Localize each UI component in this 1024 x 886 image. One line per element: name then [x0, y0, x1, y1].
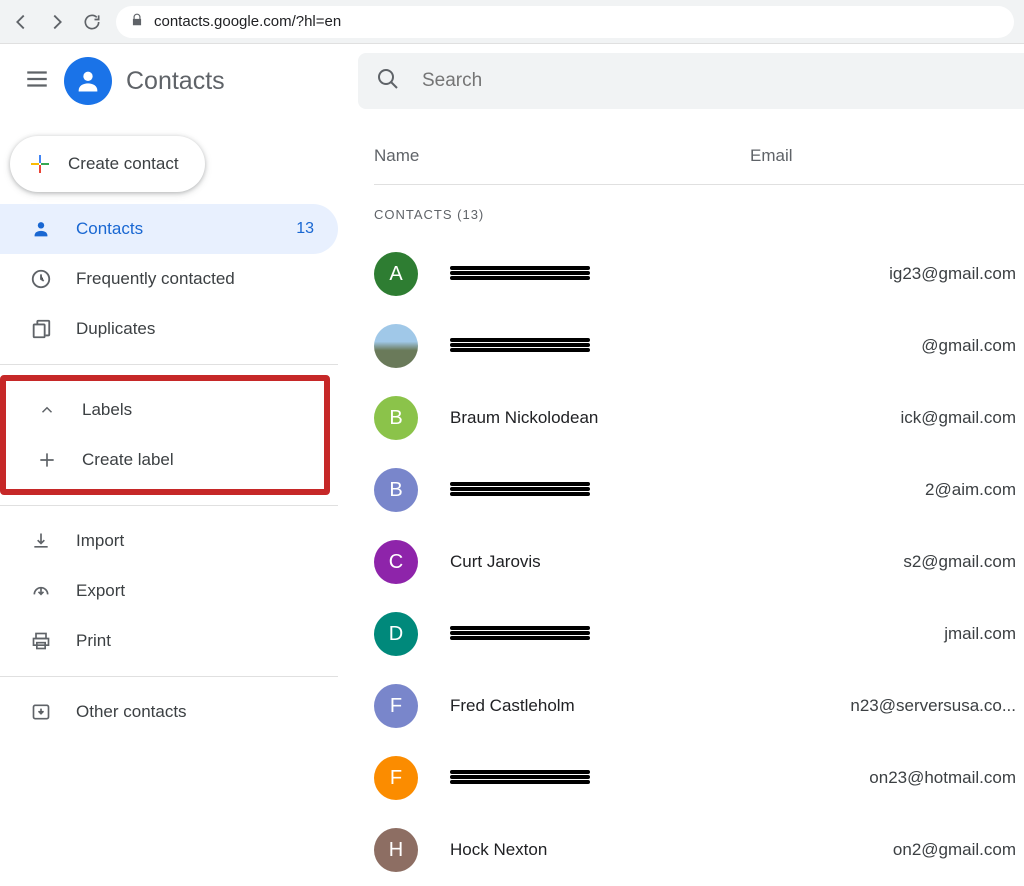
contact-name: [450, 766, 750, 791]
archive-icon: [30, 701, 52, 723]
contact-name: Curt Jarovis: [450, 552, 750, 572]
contact-email: @gmail.com: [750, 336, 1024, 356]
contact-name: Hock Nexton: [450, 840, 750, 860]
sidebar-item-create-label[interactable]: Create label: [6, 435, 324, 485]
sidebar-item-label: Other contacts: [76, 702, 187, 722]
contact-email: on23@hotmail.com: [750, 768, 1024, 788]
contact-name: [450, 478, 750, 503]
divider: [0, 364, 338, 365]
history-icon: [30, 268, 52, 290]
person-icon: [30, 218, 52, 240]
sidebar-item-label: Frequently contacted: [76, 269, 235, 289]
contact-row[interactable]: Aig23@gmail.com: [374, 238, 1024, 310]
contact-name: [450, 622, 750, 647]
contact-email: n23@serversusa.co...: [750, 696, 1024, 716]
contacts-count: 13: [296, 220, 314, 238]
create-contact-label: Create contact: [68, 154, 179, 174]
contact-email: jmail.com: [750, 624, 1024, 644]
divider: [0, 676, 338, 677]
export-icon: [30, 580, 52, 602]
sidebar-item-print[interactable]: Print: [0, 616, 338, 666]
sidebar-item-other-contacts[interactable]: Other contacts: [0, 687, 338, 737]
app-header: Contacts: [0, 44, 1024, 118]
contact-row[interactable]: C Curt Jaroviss2@gmail.com: [374, 526, 1024, 598]
sidebar-item-frequently[interactable]: Frequently contacted: [0, 254, 338, 304]
contact-row[interactable]: B Braum Nickolodeanick@gmail.com: [374, 382, 1024, 454]
contact-name: [450, 334, 750, 359]
contacts-logo-icon: [64, 57, 112, 105]
column-headers: Name Email: [374, 132, 1024, 185]
sidebar-item-contacts[interactable]: Contacts 13: [0, 204, 338, 254]
plus-multicolor-icon: [28, 152, 52, 176]
duplicates-icon: [30, 318, 52, 340]
sidebar-item-duplicates[interactable]: Duplicates: [0, 304, 338, 354]
search-input[interactable]: [422, 70, 1006, 92]
browser-bar: contacts.google.com/?hl=en: [0, 0, 1024, 44]
contact-name: Fred Castleholm: [450, 696, 750, 716]
forward-icon[interactable]: [46, 11, 68, 33]
sidebar: Create contact Contacts 13 Frequently co…: [0, 118, 338, 886]
contact-row[interactable]: Djmail.com: [374, 598, 1024, 670]
avatar: A: [374, 252, 418, 296]
sidebar-item-label: Duplicates: [76, 319, 155, 339]
sidebar-item-label: Import: [76, 531, 124, 551]
avatar: F: [374, 756, 418, 800]
contact-row[interactable]: H Hock Nextonon2@gmail.com: [374, 814, 1024, 886]
avatar: [374, 324, 418, 368]
sidebar-item-label: Export: [76, 581, 125, 601]
url-bar[interactable]: contacts.google.com/?hl=en: [116, 6, 1014, 38]
contact-email: on2@gmail.com: [750, 840, 1024, 860]
labels-highlight: Labels Create label: [0, 375, 330, 495]
contact-row[interactable]: B 2@aim.com: [374, 454, 1024, 526]
contact-email: s2@gmail.com: [750, 552, 1024, 572]
sidebar-item-label: Create label: [82, 450, 174, 470]
search-icon: [376, 67, 400, 96]
section-label: CONTACTS (13): [374, 185, 1024, 238]
sidebar-item-export[interactable]: Export: [0, 566, 338, 616]
avatar: B: [374, 468, 418, 512]
contact-email: 2@aim.com: [750, 480, 1024, 500]
column-header-email: Email: [750, 146, 1024, 166]
lock-icon: [130, 13, 144, 31]
avatar: D: [374, 612, 418, 656]
avatar: H: [374, 828, 418, 872]
column-header-name: Name: [374, 146, 750, 166]
create-contact-button[interactable]: Create contact: [10, 136, 205, 192]
url-text: contacts.google.com/?hl=en: [154, 13, 341, 30]
import-icon: [30, 530, 52, 552]
contacts-list: Aig23@gmail.com @gmail.com B Braum Nickolod…: [374, 238, 1024, 886]
sidebar-item-label: Labels: [82, 400, 132, 420]
avatar: B: [374, 396, 418, 440]
search-bar[interactable]: [358, 53, 1024, 109]
divider: [0, 505, 338, 506]
back-icon[interactable]: [10, 11, 32, 33]
contact-row[interactable]: F Fred Castleholmn23@serversusa.co...: [374, 670, 1024, 742]
sidebar-item-label: Contacts: [76, 219, 143, 239]
reload-icon[interactable]: [82, 12, 102, 32]
contact-name: [450, 262, 750, 287]
main-content: Name Email CONTACTS (13) Aig23@gmail.com…: [338, 118, 1024, 886]
app-title: Contacts: [126, 67, 225, 96]
avatar: C: [374, 540, 418, 584]
chevron-up-icon: [36, 399, 58, 421]
contact-name: Braum Nickolodean: [450, 408, 750, 428]
contact-row[interactable]: @gmail.com: [374, 310, 1024, 382]
avatar: F: [374, 684, 418, 728]
print-icon: [30, 630, 52, 652]
menu-icon[interactable]: [24, 66, 50, 97]
contact-row[interactable]: Fon23@hotmail.com: [374, 742, 1024, 814]
sidebar-item-label: Print: [76, 631, 111, 651]
plus-icon: [36, 449, 58, 471]
contact-email: ick@gmail.com: [750, 408, 1024, 428]
contact-email: ig23@gmail.com: [750, 264, 1024, 284]
sidebar-item-import[interactable]: Import: [0, 516, 338, 566]
sidebar-item-labels[interactable]: Labels: [6, 385, 324, 435]
